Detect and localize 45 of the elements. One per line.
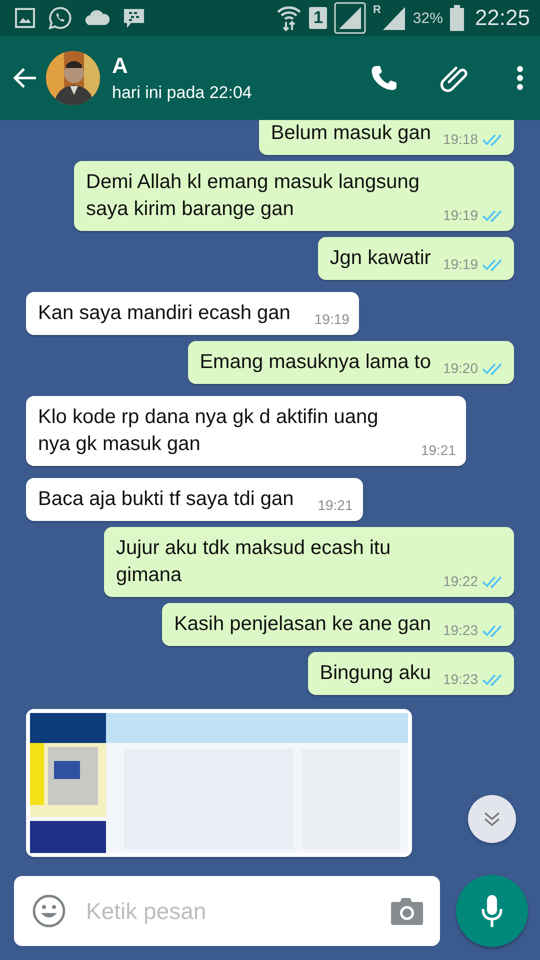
input-field[interactable]: Ketik pesan (84, 896, 372, 926)
message-time: 19:23 (442, 670, 478, 689)
message-text: Demi Allah kl emang masuk langsung saya kirim barange gan (86, 170, 421, 222)
contact-name[interactable]: A (112, 53, 336, 79)
sim-number: 1 (309, 7, 327, 29)
battery-icon (450, 5, 464, 31)
message-time: 19:21 (420, 441, 456, 460)
message-text: Kan saya mandiri ecash gan (38, 301, 290, 326)
signal-icon (382, 5, 406, 31)
cloud-icon (84, 9, 110, 27)
camera-icon[interactable] (390, 896, 424, 926)
emoji-icon[interactable] (32, 894, 66, 928)
wifi-icon (276, 4, 302, 32)
message-time: 19:22 (442, 572, 478, 591)
message-text: Bingung aku (320, 661, 431, 686)
message-text: Baca aja bukti tf saya tdi gan (38, 487, 294, 512)
signal-icon (334, 2, 366, 34)
battery-level: 32% (412, 10, 443, 26)
microphone-icon (480, 894, 504, 928)
phone-icon (370, 64, 398, 92)
message-icon (122, 7, 146, 29)
gallery-icon (14, 7, 36, 29)
last-seen: hari ini pada 22:04 (112, 83, 253, 103)
back-arrow-icon (12, 66, 38, 90)
roaming-label: R (372, 4, 381, 16)
more-icon (516, 65, 524, 91)
message-time: 19:20 (442, 359, 478, 378)
message-text: Klo kode rp dana nya gk d aktifin uang nya gk masuk gan (38, 405, 380, 457)
message-text: Belum masuk gan (270, 121, 431, 146)
clock: 22:25 (474, 5, 530, 31)
message-time: 19:23 (442, 621, 478, 640)
chat-bubble-icon (48, 6, 72, 30)
message-text: Jgn kawatir (330, 246, 431, 271)
message-text: Emang masuknya lama to (200, 350, 431, 375)
message-time: 19:19 (314, 310, 350, 329)
scroll-down-button[interactable] (468, 795, 516, 843)
message-time: 19:18 (442, 130, 478, 149)
mic-button[interactable] (456, 875, 528, 947)
message-input[interactable]: Ketik pesan (14, 876, 440, 946)
message-text: Kasih penjelasan ke ane gan (174, 612, 431, 637)
message-text: Jujur aku tdk maksud ecash itu gimana (116, 536, 392, 588)
message-time: 19:19 (442, 206, 478, 225)
message-time: 19:21 (318, 496, 353, 515)
message-time: 19:19 (442, 255, 478, 274)
double-chevron-icon (483, 810, 501, 828)
